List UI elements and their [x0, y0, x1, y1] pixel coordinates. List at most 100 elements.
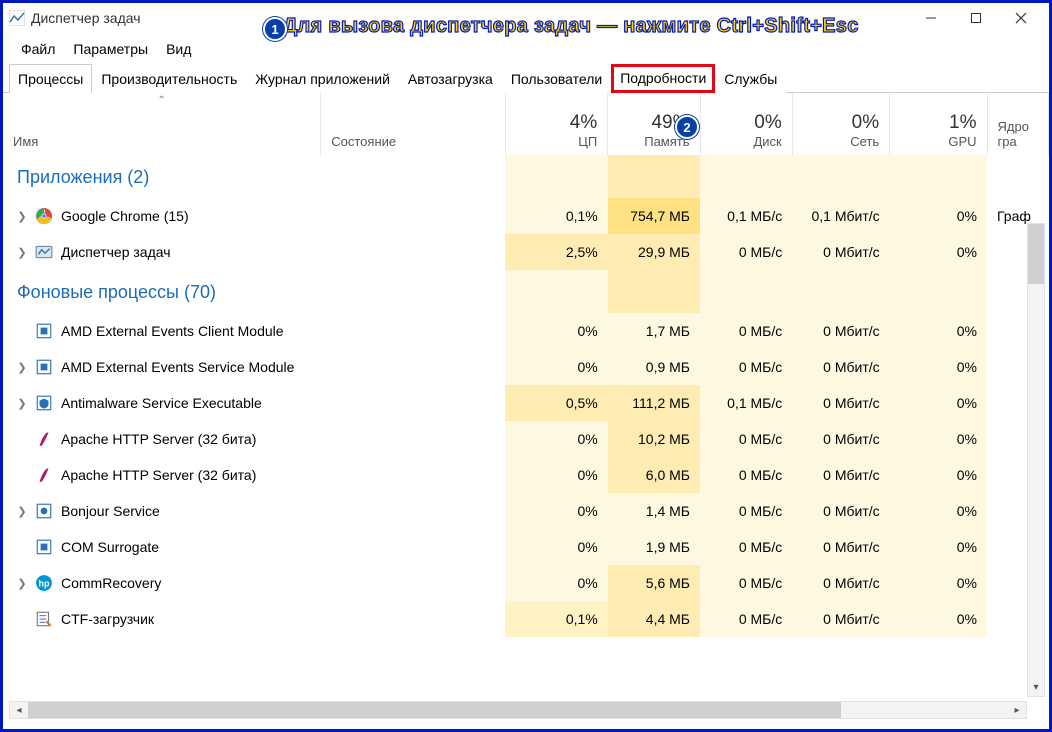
- header-cpu[interactable]: 4%ЦП: [505, 93, 608, 155]
- cell-net: 0 Мбит/с: [792, 385, 889, 421]
- header-gpu[interactable]: 1%GPU: [890, 93, 987, 155]
- cell-net: 0 Мбит/с: [792, 565, 889, 601]
- disk-percent: 0%: [754, 112, 781, 133]
- table-row[interactable]: ❯Google Chrome (15)0,1%754,7 МБ0,1 МБ/с0…: [3, 198, 1049, 234]
- horizontal-scrollbar[interactable]: ◂ ▸: [9, 701, 1027, 719]
- cell-cpu: 0%: [505, 421, 608, 457]
- cell-net: 0 Мбит/с: [792, 529, 889, 565]
- cell-gpu: 0%: [890, 529, 987, 565]
- process-name: AMD External Events Client Module: [61, 323, 284, 339]
- group-apps[interactable]: Приложения (2): [3, 155, 1049, 198]
- close-button[interactable]: [998, 5, 1043, 31]
- cell-gpu: 0%: [890, 421, 987, 457]
- cell-net: 0,1 Мбит/с: [792, 198, 889, 234]
- header-gpu-engine[interactable]: Ядро гра: [987, 93, 1049, 155]
- table-row[interactable]: ❯Antimalware Service Executable0,5%111,2…: [3, 385, 1049, 421]
- process-icon: [35, 243, 53, 261]
- cell-cpu: 0,5%: [505, 385, 608, 421]
- header-net[interactable]: 0%Сеть: [792, 93, 889, 155]
- cell-mem: 754,7 МБ: [608, 198, 700, 234]
- table-row[interactable]: ❯hpCommRecovery0%5,6 МБ0 МБ/с0 Мбит/с0%: [3, 565, 1049, 601]
- table-row[interactable]: ❯Apache HTTP Server (32 бита)0%6,0 МБ0 М…: [3, 457, 1049, 493]
- net-label: Сеть: [803, 134, 879, 149]
- cell-mem: 0,9 МБ: [608, 349, 700, 385]
- minimize-button[interactable]: [908, 5, 953, 31]
- menu-options[interactable]: Параметры: [65, 37, 156, 61]
- expand-chevron-icon[interactable]: ❯: [17, 397, 27, 410]
- cell-mem: 5,6 МБ: [608, 565, 700, 601]
- cell-mem: 29,9 МБ: [608, 234, 700, 270]
- process-name: CommRecovery: [61, 575, 161, 591]
- menu-file[interactable]: Файл: [13, 37, 63, 61]
- horizontal-scroll-thumb[interactable]: [28, 702, 841, 718]
- expand-chevron-icon[interactable]: ❯: [17, 361, 27, 374]
- expand-chevron-icon[interactable]: ❯: [17, 577, 27, 590]
- content-area: ⌃Имя Состояние 4%ЦП 49%Память 0%Диск 0%С…: [3, 93, 1049, 723]
- process-icon: hp: [35, 574, 53, 592]
- cell-disk: 0 МБ/с: [700, 349, 792, 385]
- process-name: Apache HTTP Server (32 бита): [61, 467, 256, 483]
- process-icon: [35, 502, 53, 520]
- expand-chevron-icon[interactable]: ❯: [17, 246, 27, 259]
- maximize-button[interactable]: [953, 5, 998, 31]
- process-icon: [35, 610, 53, 628]
- cell-net: 0 Мбит/с: [792, 234, 889, 270]
- table-row[interactable]: ❯Apache HTTP Server (32 бита)0%10,2 МБ0 …: [3, 421, 1049, 457]
- cell-mem: 6,0 МБ: [608, 457, 700, 493]
- table-row[interactable]: ❯Диспетчер задач2,5%29,9 МБ0 МБ/с0 Мбит/…: [3, 234, 1049, 270]
- menu-view[interactable]: Вид: [158, 37, 199, 61]
- tab-details[interactable]: Подробности: [611, 64, 715, 93]
- gpu-percent: 1%: [949, 112, 976, 133]
- tab-users[interactable]: Пользователи: [502, 64, 611, 93]
- table-row[interactable]: ❯CTF-загрузчик0,1%4,4 МБ0 МБ/с0 Мбит/с0%: [3, 601, 1049, 637]
- disk-label: Диск: [711, 134, 782, 149]
- header-name[interactable]: ⌃Имя: [3, 93, 321, 155]
- scroll-down-arrow-icon[interactable]: ▾: [1028, 678, 1044, 696]
- process-icon: [35, 538, 53, 556]
- expand-chevron-icon[interactable]: ❯: [17, 505, 27, 518]
- cell-gpu: 0%: [890, 349, 987, 385]
- cell-cpu: 0,1%: [505, 601, 608, 637]
- tab-processes[interactable]: Процессы: [9, 64, 92, 93]
- cell-net: 0 Мбит/с: [792, 349, 889, 385]
- table-row[interactable]: ❯AMD External Events Client Module0%1,7 …: [3, 313, 1049, 349]
- vertical-scrollbar[interactable]: ▴ ▾: [1027, 223, 1045, 697]
- table-row[interactable]: ❯ AMD External Events Service Module 0% 0,9…: [3, 349, 1049, 385]
- cell-gpu: 0%: [890, 565, 987, 601]
- process-icon: [35, 394, 53, 412]
- scroll-left-arrow-icon[interactable]: ◂: [10, 702, 28, 718]
- cell-net: 0 Мбит/с: [792, 421, 889, 457]
- cell-gpu: 0%: [890, 601, 987, 637]
- cell-net: 0 Мбит/с: [792, 313, 889, 349]
- process-table: ⌃Имя Состояние 4%ЦП 49%Память 0%Диск 0%С…: [3, 93, 1049, 637]
- table-row[interactable]: ❯Bonjour Service0%1,4 МБ0 МБ/с0 Мбит/с0%: [3, 493, 1049, 529]
- process-name: COM Surrogate: [61, 539, 159, 555]
- cell-mem: 111,2 МБ: [608, 385, 700, 421]
- process-name: Bonjour Service: [61, 503, 160, 519]
- tab-app-history[interactable]: Журнал приложений: [246, 64, 399, 93]
- scroll-right-arrow-icon[interactable]: ▸: [1008, 702, 1026, 718]
- vertical-scroll-thumb[interactable]: [1028, 224, 1044, 284]
- cell-gpu: 0%: [890, 457, 987, 493]
- process-icon: [35, 430, 53, 448]
- process-name: AMD External Events Service Module: [61, 359, 294, 375]
- cell-disk: 0,1 МБ/с: [700, 198, 792, 234]
- process-name: Google Chrome (15): [61, 208, 189, 224]
- header-state[interactable]: Состояние: [321, 93, 506, 155]
- group-bg[interactable]: Фоновые процессы (70): [3, 270, 1049, 313]
- table-row[interactable]: ❯COM Surrogate0%1,9 МБ0 МБ/с0 Мбит/с0%: [3, 529, 1049, 565]
- header-disk[interactable]: 0%Диск: [700, 93, 792, 155]
- cell-cpu: 0,1%: [505, 198, 608, 234]
- process-icon: [35, 207, 53, 225]
- cell-mem: 4,4 МБ: [608, 601, 700, 637]
- tab-performance[interactable]: Производительность: [92, 64, 246, 93]
- expand-chevron-icon[interactable]: ❯: [17, 210, 27, 223]
- cell-cpu: 0%: [505, 529, 608, 565]
- gpu-label: GPU: [900, 134, 976, 149]
- tab-services[interactable]: Службы: [715, 64, 786, 93]
- cell-cpu: 0%: [505, 565, 608, 601]
- svg-text:hp: hp: [39, 578, 50, 588]
- tab-startup[interactable]: Автозагрузка: [399, 64, 502, 93]
- cell-gpu: 0%: [890, 198, 987, 234]
- cell-net: 0 Мбит/с: [792, 493, 889, 529]
